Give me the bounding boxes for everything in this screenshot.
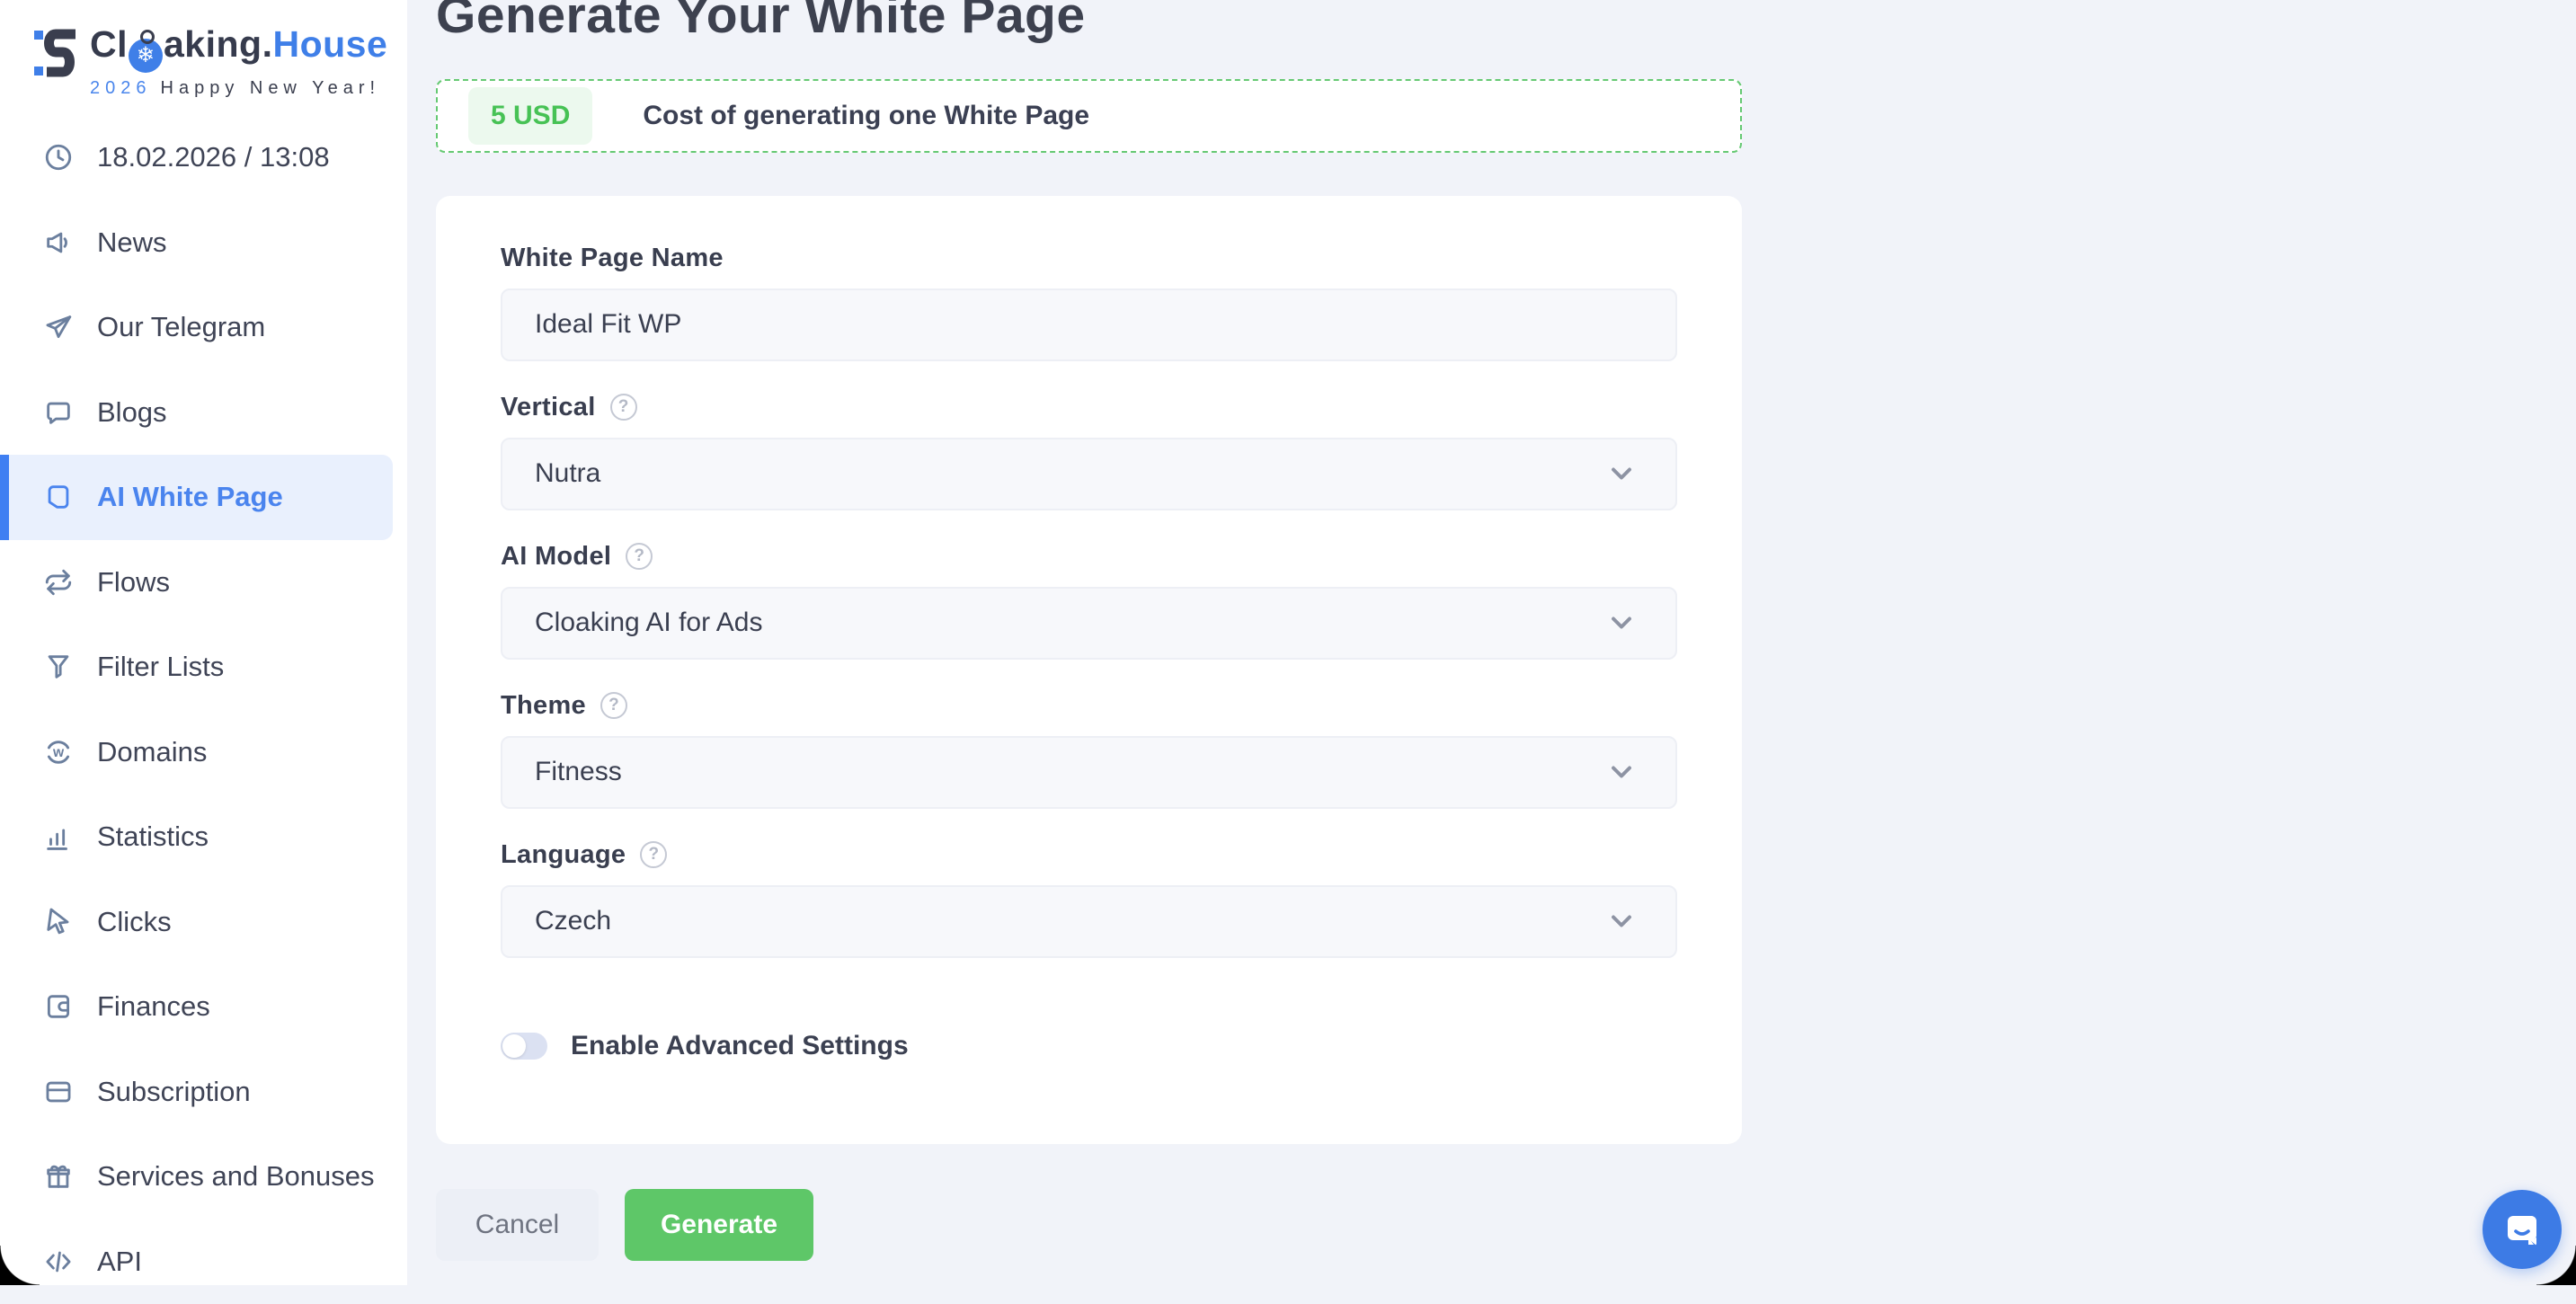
advanced-settings-row: Enable Advanced Settings	[501, 1031, 1677, 1061]
sidebar-item-flows[interactable]: Flows	[0, 540, 407, 625]
cancel-button[interactable]: Cancel	[436, 1189, 599, 1261]
logo-mark-icon	[32, 25, 79, 81]
help-icon[interactable]: ?	[640, 841, 667, 868]
vertical-label: Vertical	[501, 393, 596, 422]
brand-accent: House	[272, 23, 387, 65]
field-theme: Theme ? Fitness	[501, 691, 1677, 809]
language-label: Language	[501, 840, 626, 870]
vertical-selected-value: Nutra	[535, 458, 600, 489]
help-icon[interactable]: ?	[610, 394, 637, 421]
toggle-knob	[502, 1034, 526, 1058]
ai-model-select[interactable]: Cloaking AI for Ads	[501, 587, 1677, 660]
sidebar-item-subscription[interactable]: Subscription	[0, 1050, 407, 1135]
page-icon	[43, 482, 74, 512]
chat-launcher-button[interactable]	[2483, 1190, 2562, 1269]
sidebar-item-statistics[interactable]: Statistics	[0, 794, 407, 880]
field-language: Language ? Czech	[501, 840, 1677, 958]
white-page-name-input[interactable]	[501, 288, 1677, 361]
sidebar-item-filter-lists[interactable]: Filter Lists	[0, 625, 407, 710]
chat-bubble-icon	[43, 397, 74, 428]
sidebar-item-our-telegram[interactable]: Our Telegram	[0, 285, 407, 370]
megaphone-icon	[43, 227, 74, 258]
main-content: Generate Your White Page 5 USD Cost of g…	[407, 0, 2576, 1285]
repeat-icon	[43, 567, 74, 598]
sidebar-nav: 18.02.2026 / 13:08 News Our Telegram Blo…	[0, 115, 407, 1304]
white-page-name-label: White Page Name	[501, 244, 724, 273]
help-icon[interactable]: ?	[626, 543, 653, 570]
theme-selected-value: Fitness	[535, 757, 622, 787]
advanced-settings-label: Enable Advanced Settings	[571, 1031, 909, 1061]
sidebar: Cl❄aking.House 2026Happy New Year! 18.02…	[0, 0, 407, 1285]
cost-badge: 5 USD	[468, 87, 592, 145]
bar-chart-icon	[43, 821, 74, 852]
datetime-display: 18.02.2026 / 13:08	[0, 115, 407, 200]
chevron-down-icon	[1605, 457, 1638, 490]
field-ai-model: AI Model ? Cloaking AI for Ads	[501, 542, 1677, 660]
cursor-icon	[43, 907, 74, 937]
chevron-down-icon	[1605, 905, 1638, 937]
ai-model-selected-value: Cloaking AI for Ads	[535, 608, 762, 638]
chevron-down-icon	[1605, 607, 1638, 639]
vertical-select[interactable]: Nutra	[501, 438, 1677, 510]
language-select[interactable]: Czech	[501, 885, 1677, 958]
brand-part2: aking.	[164, 23, 272, 65]
brand-part1: Cl	[90, 23, 128, 65]
generate-button[interactable]: Generate	[625, 1189, 813, 1261]
help-icon[interactable]: ?	[600, 692, 627, 719]
gift-icon	[43, 1161, 74, 1192]
code-icon	[43, 1246, 74, 1277]
sidebar-item-blogs[interactable]: Blogs	[0, 370, 407, 456]
page-title: Generate Your White Page	[436, 0, 1742, 45]
chat-bubble-smile-icon	[2500, 1208, 2544, 1251]
clock-icon	[43, 142, 74, 173]
paper-plane-icon	[43, 312, 74, 342]
form-actions: Cancel Generate	[436, 1189, 1742, 1261]
theme-label: Theme	[501, 691, 586, 721]
globe-icon: w	[43, 737, 74, 767]
cost-text: Cost of generating one White Page	[643, 101, 1089, 131]
language-selected-value: Czech	[535, 906, 611, 936]
chevron-down-icon	[1605, 756, 1638, 788]
sidebar-item-ai-white-page[interactable]: AI White Page	[0, 455, 393, 540]
generate-form-card: White Page Name Vertical ? Nutra AI Mode…	[436, 196, 1742, 1144]
credit-card-icon	[43, 1077, 74, 1107]
ai-model-label: AI Model	[501, 542, 611, 572]
field-white-page-name: White Page Name	[501, 244, 1677, 361]
theme-select[interactable]: Fitness	[501, 736, 1677, 809]
sidebar-item-clicks[interactable]: Clicks	[0, 880, 407, 965]
brand-name: Cl❄aking.House	[90, 23, 387, 73]
brand-logo[interactable]: Cl❄aking.House 2026Happy New Year!	[32, 23, 387, 99]
funnel-icon	[43, 652, 74, 682]
sidebar-item-finances[interactable]: Finances	[0, 964, 407, 1050]
sidebar-item-news[interactable]: News	[0, 200, 407, 286]
brand-greeting: 2026Happy New Year!	[90, 78, 387, 99]
advanced-settings-toggle[interactable]	[501, 1033, 547, 1060]
svg-text:w: w	[52, 745, 65, 760]
sidebar-item-api[interactable]: API	[0, 1220, 407, 1304]
wallet-icon	[43, 991, 74, 1022]
sidebar-item-services-and-bonuses[interactable]: Services and Bonuses	[0, 1134, 407, 1220]
field-vertical: Vertical ? Nutra	[501, 393, 1677, 510]
cost-banner: 5 USD Cost of generating one White Page	[436, 79, 1742, 153]
ornament-icon: ❄	[129, 39, 163, 73]
sidebar-item-domains[interactable]: w Domains	[0, 710, 407, 795]
